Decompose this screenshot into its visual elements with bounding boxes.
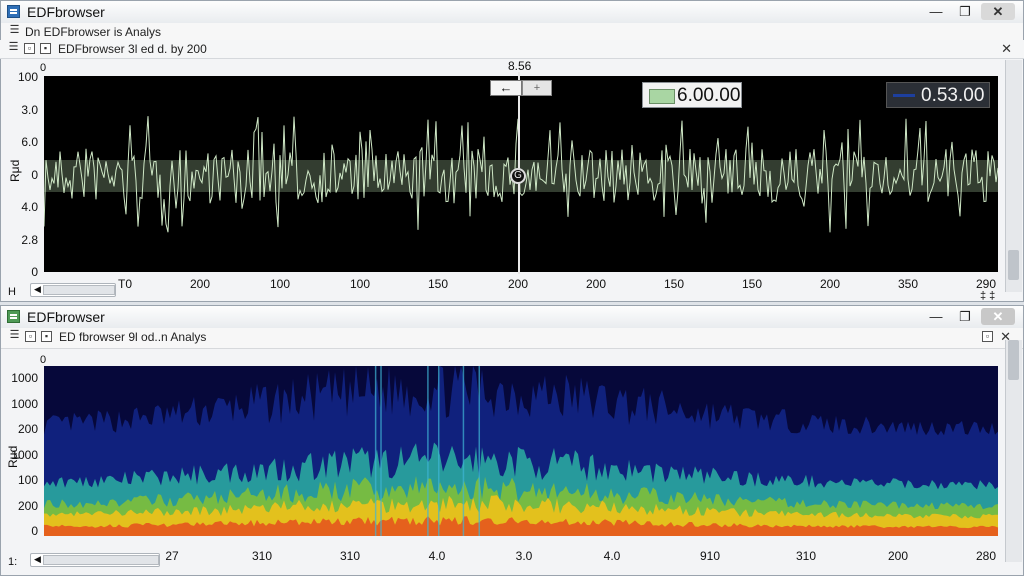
top-left-tick: 0 <box>40 62 47 74</box>
y-tick-label: 0 <box>31 265 38 279</box>
title-bar: EDFbrowser — ❐ ✕ <box>1 1 1023 24</box>
y-tick-label: 3.0 <box>21 102 38 117</box>
x-tick-label: 200 <box>585 277 607 291</box>
tab-label[interactable]: EDFbrowser 3l ed d. by 200 <box>58 42 207 56</box>
y-tick-label: 200 <box>17 422 38 436</box>
bottom-left-label: 1: <box>8 556 18 568</box>
y-tick-label: 100 <box>17 70 38 84</box>
x-tick-label: 200 <box>819 277 841 291</box>
y-tick-label: 100 <box>17 473 38 487</box>
scroll-thumb[interactable] <box>1008 250 1019 280</box>
scroll-left-arrow[interactable]: ◀ <box>34 554 41 565</box>
swatch-green <box>649 89 675 104</box>
scroll-thumb[interactable] <box>43 285 115 295</box>
y-tick-label: 1000 <box>11 447 38 462</box>
x-tick-label: 290 <box>975 277 997 291</box>
arrow-left-icon[interactable]: ← <box>490 80 522 96</box>
y-tick-label: 1000 <box>11 396 38 411</box>
scroll-thumb[interactable] <box>1008 340 1019 380</box>
maximize-button[interactable]: ❐ <box>952 308 978 325</box>
y-tick-label: 6.0 <box>21 135 38 149</box>
y-tick-label: 2.8 <box>21 232 38 247</box>
menu-text[interactable]: Dn EDFbrowser is Analys <box>25 25 161 39</box>
window-title: EDFbrowser <box>27 4 105 20</box>
app-icon <box>7 5 20 18</box>
window-title: EDFbrowser <box>27 309 105 325</box>
x-tick-label: 350 <box>897 277 919 291</box>
value-box-1: 6.00.00 <box>642 82 742 108</box>
horizontal-scrollbar[interactable]: ◀ <box>30 553 160 567</box>
x-tick-label: 310 <box>251 549 273 563</box>
tab-row: ☰ ▫ ▪ EDFbrowser 3l ed d. by 200 ✕ <box>0 40 1024 59</box>
step-button[interactable]: + <box>522 80 552 96</box>
minimize-button[interactable]: — <box>923 3 949 20</box>
x-tick-label: 200 <box>189 277 211 291</box>
x-tick-label: 100 <box>349 277 371 291</box>
maximize-button[interactable]: ❐ <box>952 3 978 20</box>
list-icon[interactable]: ☰ <box>8 42 19 54</box>
bottom-right-label: ‡ ‡ <box>980 290 996 302</box>
value-box-2: 0.53.00 <box>886 82 990 108</box>
close-icon[interactable]: ✕ <box>1001 41 1012 57</box>
list-icon[interactable]: ☰ <box>9 25 20 37</box>
zoom-icon[interactable]: ▫ <box>25 331 36 342</box>
x-tick-label: 27 <box>165 549 179 563</box>
x-tick-label: 310 <box>795 549 817 563</box>
x-tick-label: 4.0 <box>428 549 446 563</box>
spectrogram-plot[interactable] <box>44 366 998 536</box>
list-icon[interactable]: ☰ <box>9 330 20 342</box>
value-2: 0.53.00 <box>921 85 985 106</box>
y-tick-label: 200 <box>17 498 38 513</box>
cursor-handle[interactable]: G <box>510 168 526 184</box>
swatch-blue <box>893 94 915 97</box>
title-bar: EDFbrowser — ❐ ✕ <box>1 306 1023 329</box>
save-icon[interactable]: ▪ <box>41 331 52 342</box>
y-tick-label: 4.0 <box>21 200 38 214</box>
x-tick-label: 200 <box>507 277 529 291</box>
y-tick-label: 0 <box>31 167 38 182</box>
value-1: 6.00.00 <box>677 85 741 106</box>
y-tick-label: 0 <box>31 524 38 538</box>
x-tick-label: 910 <box>699 549 721 563</box>
x-tick-label: 100 <box>269 277 291 291</box>
save-icon[interactable]: ▪ <box>40 43 51 54</box>
scroll-thumb[interactable] <box>43 555 159 565</box>
spectrogram-image <box>44 366 998 536</box>
horizontal-scrollbar[interactable]: ◀ <box>30 283 116 297</box>
close-button[interactable]: ✕ <box>981 308 1015 325</box>
top-left-tick: 0 <box>40 354 47 366</box>
x-tick-label: 280 <box>975 549 997 563</box>
x-tick-label: 3.0 <box>515 549 533 563</box>
y-tick-label: 1000 <box>11 371 38 385</box>
cursor-time-label: 8.56 <box>508 59 532 73</box>
vertical-scrollbar[interactable] <box>1005 60 1022 292</box>
restore-icon[interactable]: ▫ <box>982 331 993 342</box>
bottom-left-label: H <box>8 286 16 298</box>
app-icon <box>7 310 20 323</box>
x-tick-label: T0 <box>117 277 133 291</box>
x-tick-label: 200 <box>887 549 909 563</box>
x-tick-label: 310 <box>339 549 361 563</box>
tab-label[interactable]: ED fbrowser 9l od..n Analys <box>59 330 206 344</box>
x-tick-label: 150 <box>427 277 449 291</box>
tab-row: ☰ ▫ ▪ ED fbrowser 9l od..n Analys ▫ ✕ <box>1 328 1023 349</box>
scroll-left-arrow[interactable]: ◀ <box>34 284 41 295</box>
x-tick-label: 150 <box>741 277 763 291</box>
zoom-icon[interactable]: ▫ <box>24 43 35 54</box>
vertical-scrollbar[interactable] <box>1005 340 1022 562</box>
minimize-button[interactable]: — <box>923 308 949 325</box>
close-button[interactable]: ✕ <box>981 3 1015 20</box>
x-tick-label: 150 <box>663 277 685 291</box>
x-tick-label: 4.0 <box>603 549 621 563</box>
